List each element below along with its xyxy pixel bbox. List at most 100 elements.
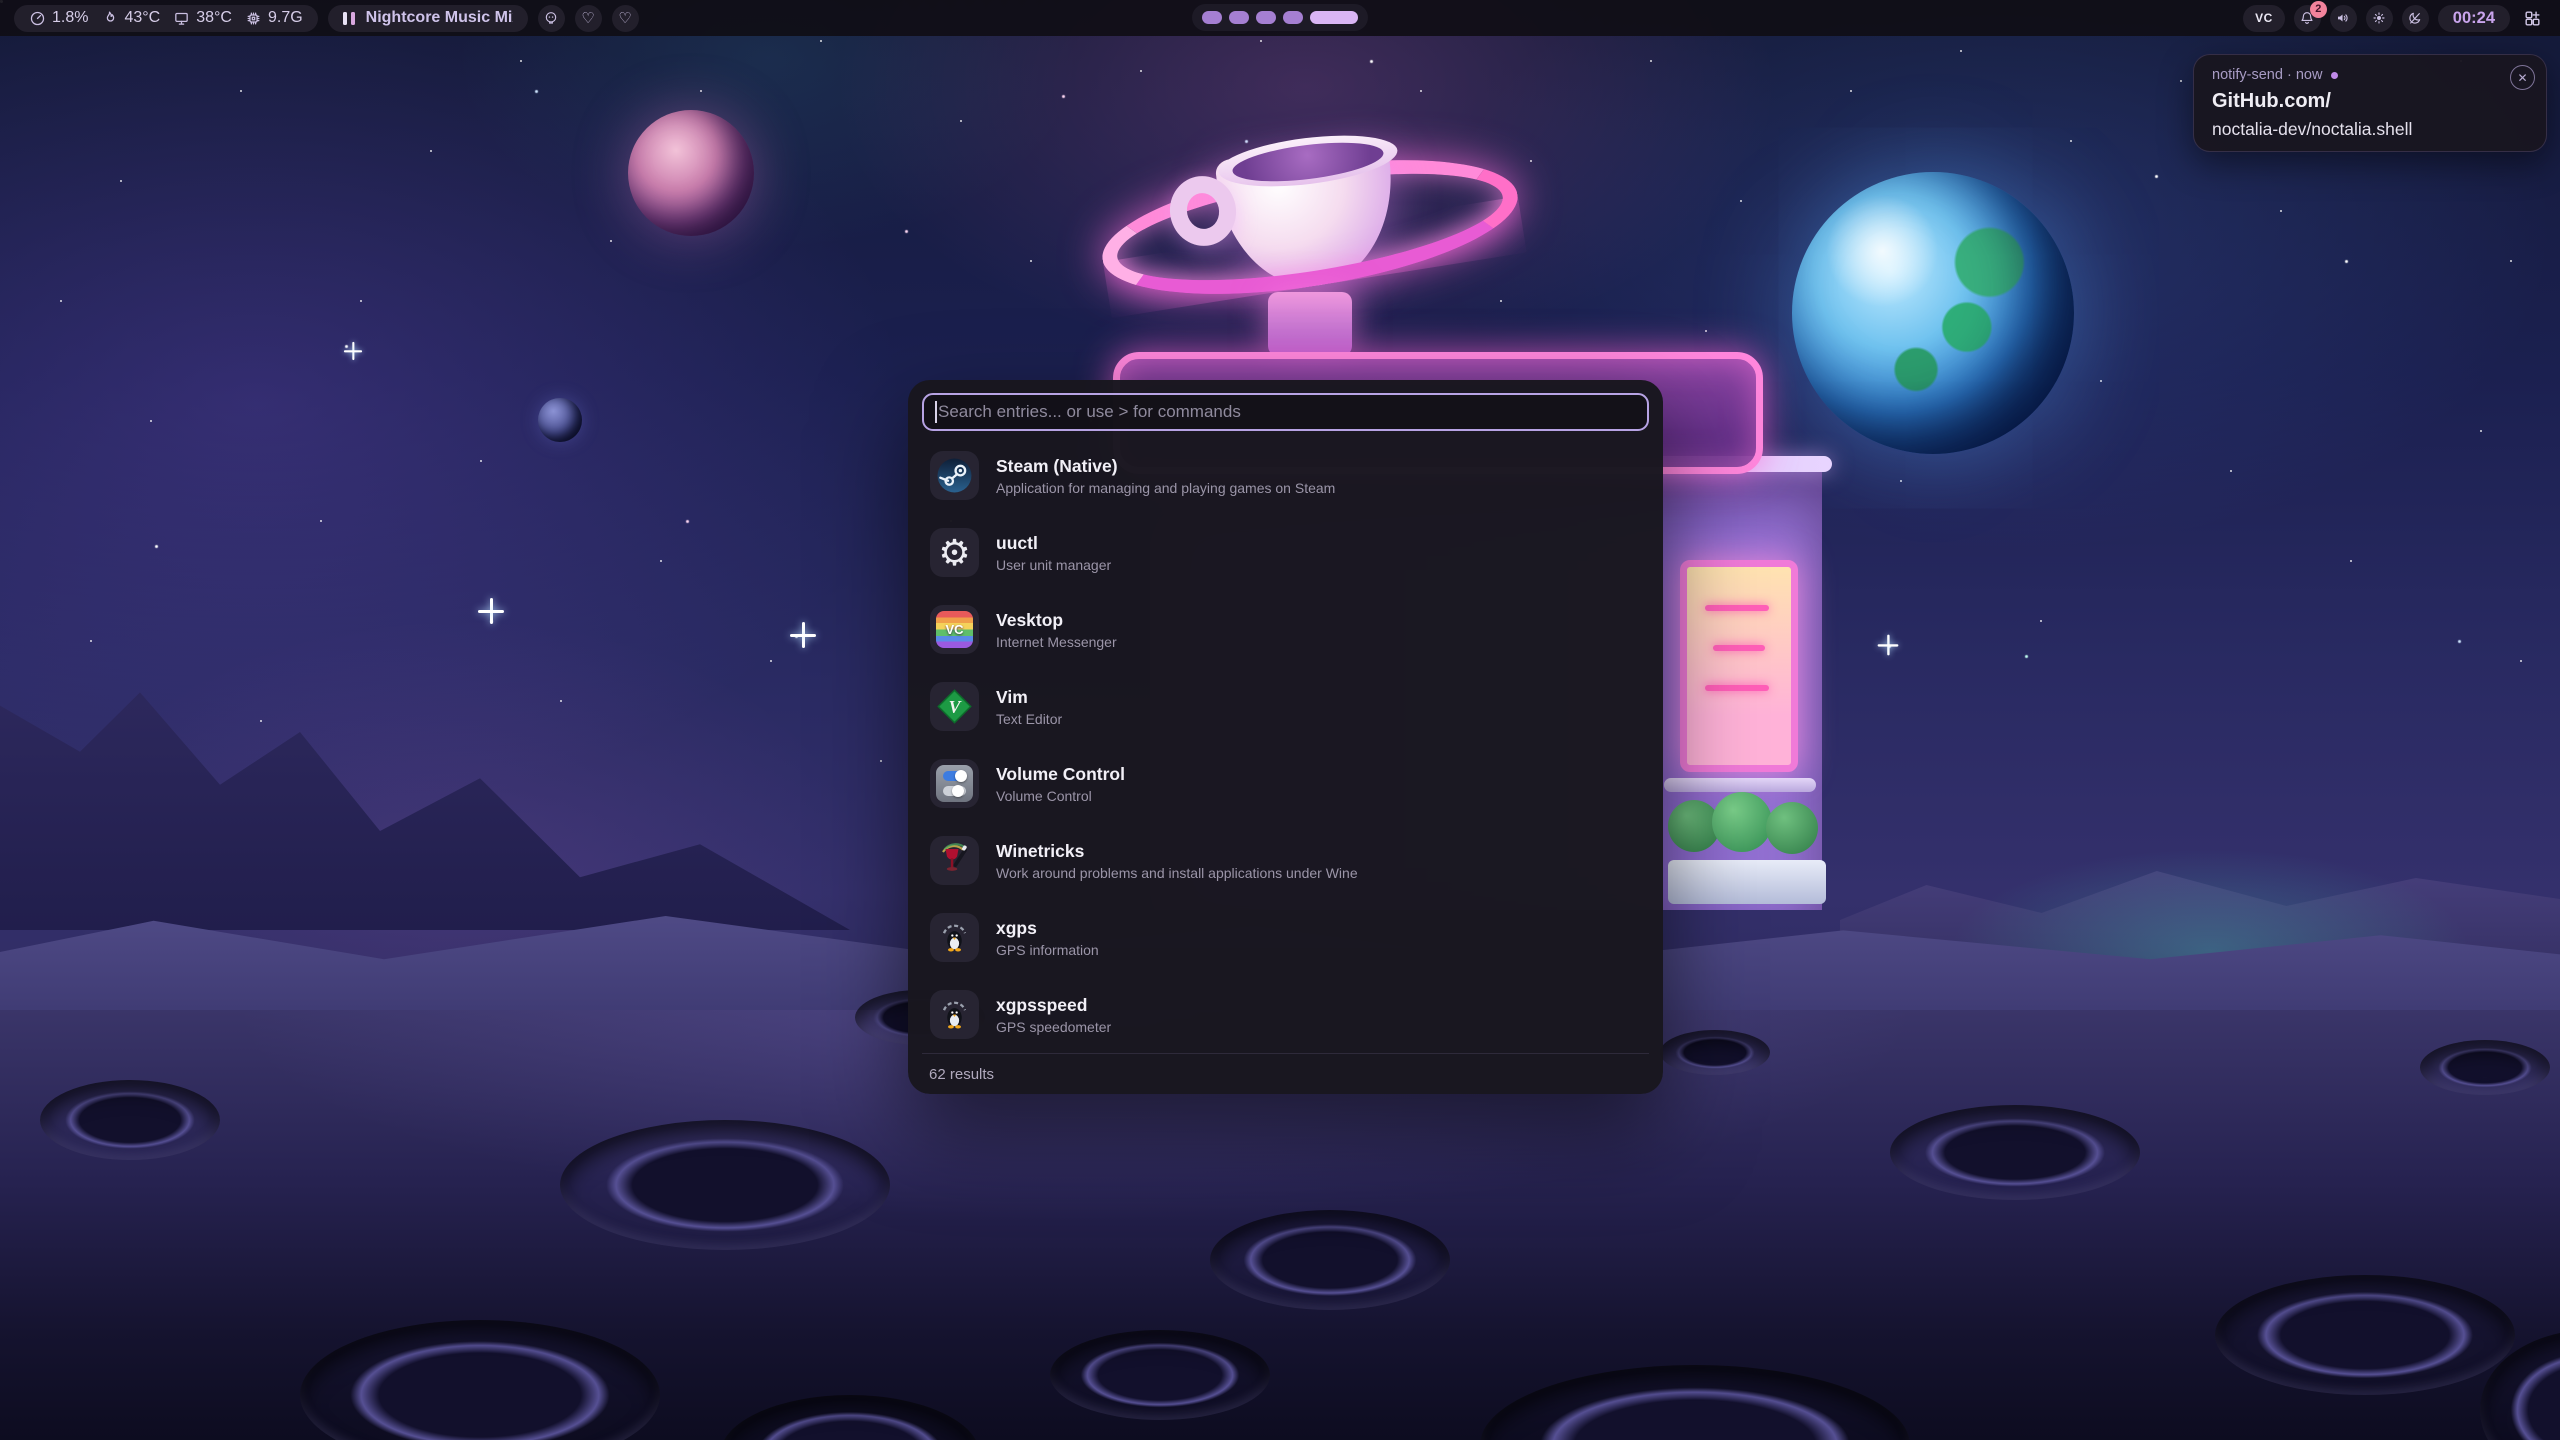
workspace-indicator[interactable] bbox=[1192, 4, 1368, 31]
plant bbox=[1712, 792, 1772, 852]
cpu-gauge-icon bbox=[29, 10, 46, 27]
launcher-entry[interactable]: Volume Control Volume Control bbox=[922, 745, 1649, 822]
workspace-dot-5[interactable] bbox=[1310, 11, 1358, 24]
launcher-entry[interactable]: V Vim Text Editor bbox=[922, 668, 1649, 745]
crater bbox=[1890, 1105, 2140, 1200]
pink-planet bbox=[628, 110, 754, 236]
skull-icon bbox=[543, 10, 559, 26]
notification-meta: notify-send · now bbox=[2212, 67, 2530, 83]
brightness-button[interactable] bbox=[2366, 5, 2393, 32]
entry-title: Vim bbox=[996, 687, 1062, 708]
entry-title: Winetricks bbox=[996, 841, 1358, 862]
launcher-entry[interactable]: Winetricks Work around problems and inst… bbox=[922, 822, 1649, 899]
volume-button[interactable] bbox=[2330, 5, 2357, 32]
workspace-dot-1[interactable] bbox=[1202, 11, 1222, 24]
notification-close-button[interactable]: ✕ bbox=[2510, 65, 2535, 90]
gear-app-icon: ⚙ bbox=[930, 528, 979, 577]
gpu-temp-value: 38°C bbox=[196, 9, 232, 27]
sign-pedestal bbox=[1268, 292, 1352, 356]
entry-title: uuctl bbox=[996, 533, 1111, 554]
tux-app-icon bbox=[930, 913, 979, 962]
shop-ledge bbox=[1664, 778, 1816, 792]
cpu-temp-value: 43°C bbox=[124, 9, 160, 27]
entry-description: User unit manager bbox=[996, 557, 1111, 573]
entry-title: Vesktop bbox=[996, 610, 1117, 631]
vesktop-app-icon: VC bbox=[930, 605, 979, 654]
top-bar: 1.8% 43°C 38°C 9.7G Nightcore Music Mix … bbox=[0, 0, 2560, 36]
system-stats-pill[interactable]: 1.8% 43°C 38°C 9.7G bbox=[14, 5, 318, 32]
entry-description: GPS information bbox=[996, 942, 1099, 958]
cpu-usage-value: 1.8% bbox=[52, 9, 88, 27]
gpu-temp: 38°C bbox=[173, 9, 232, 27]
workspace-dot-3[interactable] bbox=[1256, 11, 1276, 24]
entry-title: xgps bbox=[996, 918, 1099, 939]
entry-title: xgpsspeed bbox=[996, 995, 1111, 1016]
pause-icon bbox=[343, 12, 355, 25]
workspace-dot-4[interactable] bbox=[1283, 11, 1303, 24]
results-footer: 62 results bbox=[922, 1053, 1649, 1094]
entry-description: Work around problems and install applica… bbox=[996, 865, 1358, 881]
launcher-entry[interactable]: Steam (Native) Application for managing … bbox=[922, 437, 1649, 514]
app-launcher-panel: Steam (Native) Application for managing … bbox=[908, 380, 1663, 1094]
results-list: Steam (Native) Application for managing … bbox=[922, 437, 1649, 1053]
unread-dot bbox=[2331, 72, 2338, 79]
vesktop-tray-icon: VC bbox=[2255, 11, 2273, 25]
search-box bbox=[922, 393, 1649, 431]
shop-window bbox=[1680, 560, 1798, 772]
memory-usage-value: 9.7G bbox=[268, 9, 303, 27]
steam-app-icon bbox=[930, 451, 979, 500]
heart-button-2[interactable]: ♡ bbox=[612, 5, 639, 32]
crater bbox=[40, 1080, 220, 1160]
entry-title: Volume Control bbox=[996, 764, 1125, 785]
entry-description: GPS speedometer bbox=[996, 1019, 1111, 1035]
volume-app-icon bbox=[930, 759, 979, 808]
crater bbox=[1050, 1330, 1270, 1420]
notification-source: notify-send · now bbox=[2212, 67, 2322, 83]
moon-crossed-icon bbox=[2407, 10, 2423, 26]
cpu-temp: 43°C bbox=[101, 9, 160, 27]
vim-app-icon: V bbox=[930, 682, 979, 731]
plant bbox=[1766, 802, 1818, 854]
launcher-entry[interactable]: xgps GPS information bbox=[922, 899, 1649, 976]
notification-card[interactable]: notify-send · now ✕ GitHub.com/ noctalia… bbox=[2193, 54, 2547, 152]
heart-icon: ♡ bbox=[618, 9, 631, 27]
vesktop-tray-item[interactable]: VC bbox=[2243, 5, 2285, 32]
crater bbox=[560, 1120, 890, 1250]
notifications-button[interactable]: 2 bbox=[2294, 5, 2321, 32]
workspace-dot-2[interactable] bbox=[1229, 11, 1249, 24]
entry-title: Steam (Native) bbox=[996, 456, 1335, 477]
dashboard-button[interactable] bbox=[2519, 5, 2546, 32]
clock-value: 00:24 bbox=[2453, 9, 2495, 28]
clock[interactable]: 00:24 bbox=[2438, 5, 2510, 32]
star-glint bbox=[344, 342, 362, 360]
notification-title: GitHub.com/ bbox=[2212, 90, 2530, 113]
bar-right-section: VC 2 00:24 bbox=[2243, 5, 2546, 32]
memory-chip-icon bbox=[245, 10, 262, 27]
skull-button[interactable] bbox=[538, 5, 565, 32]
sun-icon bbox=[2371, 10, 2387, 26]
tux-app-icon bbox=[930, 990, 979, 1039]
star-glint bbox=[790, 622, 816, 648]
flame-icon bbox=[101, 10, 118, 27]
entry-description: Application for managing and playing gam… bbox=[996, 480, 1335, 496]
cpu-usage: 1.8% bbox=[29, 9, 88, 27]
crater bbox=[1210, 1210, 1450, 1310]
launcher-entry[interactable]: ⚙ uuctl User unit manager bbox=[922, 514, 1649, 591]
grid-plus-icon bbox=[2523, 9, 2542, 28]
night-mode-button[interactable] bbox=[2402, 5, 2429, 32]
heart-icon: ♡ bbox=[581, 9, 594, 27]
winetricks-app-icon bbox=[930, 836, 979, 885]
crater bbox=[1660, 1030, 1770, 1075]
small-moon bbox=[538, 398, 582, 442]
results-count: 62 results bbox=[929, 1066, 994, 1083]
entry-description: Volume Control bbox=[996, 788, 1125, 804]
heart-button-1[interactable]: ♡ bbox=[575, 5, 602, 32]
media-player-pill[interactable]: Nightcore Music Mix 20... bbox=[328, 5, 528, 32]
launcher-entry[interactable]: VC Vesktop Internet Messenger bbox=[922, 591, 1649, 668]
notification-count-badge: 2 bbox=[2310, 1, 2327, 18]
search-input[interactable] bbox=[922, 393, 1649, 431]
speaker-icon bbox=[2335, 10, 2351, 26]
text-caret bbox=[935, 401, 937, 423]
notification-body: noctalia-dev/noctalia.shell bbox=[2212, 119, 2530, 140]
launcher-entry[interactable]: xgpsspeed GPS speedometer bbox=[922, 976, 1649, 1053]
